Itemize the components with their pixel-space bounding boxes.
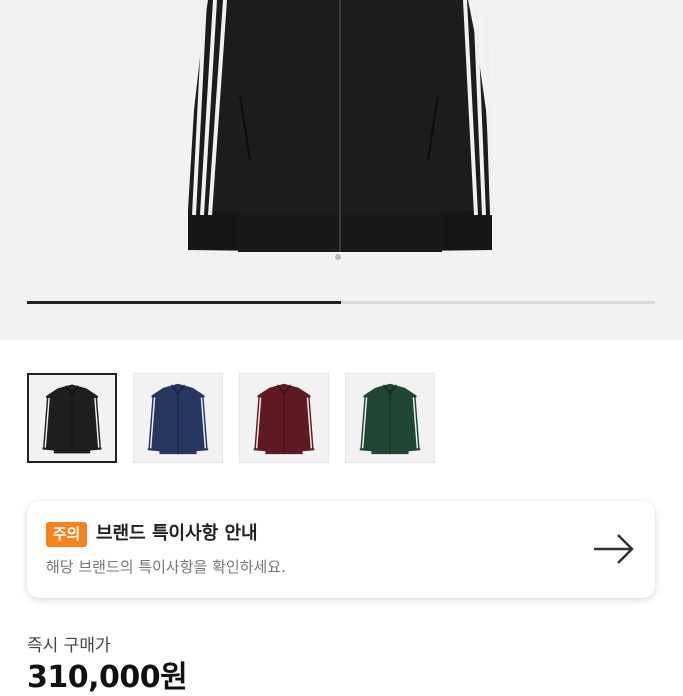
warning-badge: 주의 [46, 522, 87, 547]
notice-title: 브랜드 특이사항 안내 [96, 523, 258, 544]
carousel-progress-bar [27, 301, 655, 304]
color-option-green[interactable] [345, 373, 435, 463]
color-option-black[interactable] [27, 373, 117, 463]
jacket-thumbnail-icon [146, 383, 210, 455]
product-image-area[interactable] [0, 0, 683, 340]
notice-description: 해당 브랜드의 특이사항을 확인하세요. [46, 558, 286, 576]
price-label: 즉시 구매가 [27, 636, 111, 656]
jacket-thumbnail-icon [252, 383, 316, 455]
arrow-right-icon[interactable] [591, 531, 637, 567]
price-value: 310,000원 [27, 660, 188, 695]
color-option-burgundy[interactable] [239, 373, 329, 463]
carousel-progress-fill [27, 301, 341, 304]
color-option-navy[interactable] [133, 373, 223, 463]
product-photo [188, 0, 494, 260]
brand-notice-card[interactable]: 주의 브랜드 특이사항 안내 해당 브랜드의 특이사항을 확인하세요. [27, 501, 655, 598]
jacket-thumbnail-icon [41, 384, 103, 454]
jacket-thumbnail-icon [358, 383, 422, 455]
